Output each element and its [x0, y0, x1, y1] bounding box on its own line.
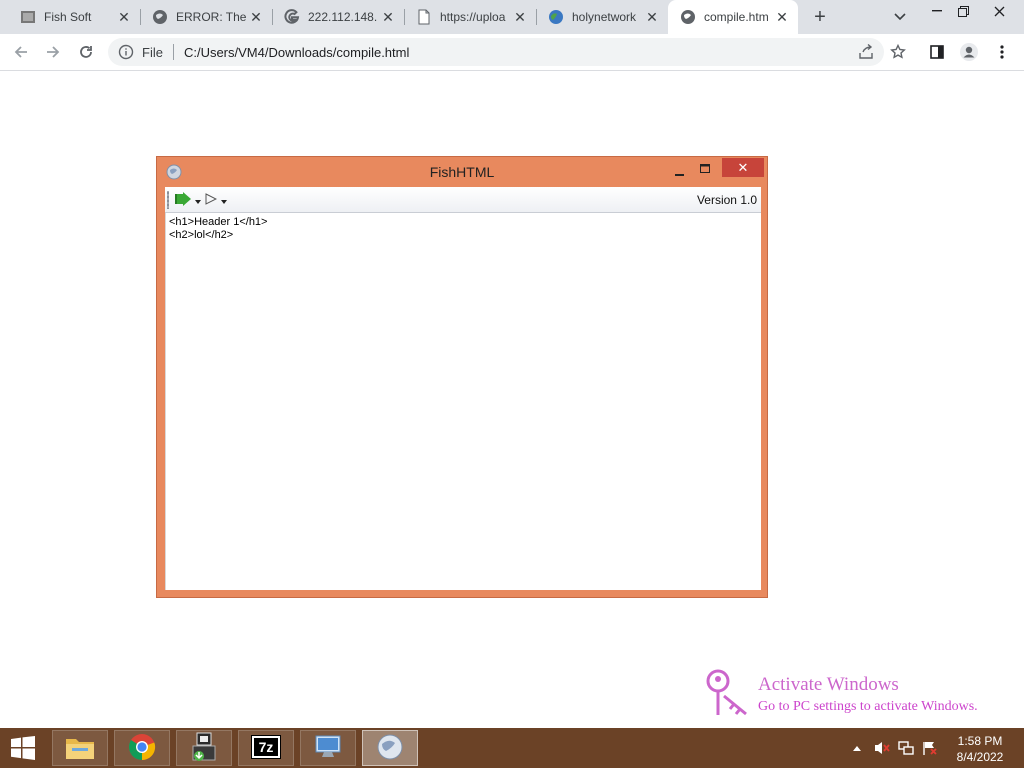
- close-tab-icon[interactable]: ✕: [512, 9, 528, 25]
- fishhtml-window: FishHTML ✕ Version 1.0 <h1>Header 1</h1>: [156, 156, 768, 598]
- close-window-button[interactable]: [982, 0, 1016, 22]
- tab-error[interactable]: ERROR: The ✕: [132, 0, 272, 34]
- tab-title: compile.htm: [704, 10, 769, 24]
- tab-title: ERROR: The: [176, 10, 247, 24]
- taskbar-remote-desktop[interactable]: [300, 730, 356, 766]
- restore-window-button[interactable]: [946, 0, 980, 22]
- share-icon[interactable]: [856, 42, 876, 62]
- globe-app-icon: [376, 733, 404, 764]
- tab-search-chevron-icon[interactable]: [888, 5, 912, 29]
- close-tab-icon[interactable]: ✕: [380, 9, 396, 25]
- address-bar[interactable]: File C:/Users/VM4/Downloads/compile.html: [108, 38, 884, 66]
- green-arrow-icon: [175, 191, 193, 210]
- url-text[interactable]: C:/Users/VM4/Downloads/compile.html: [184, 45, 409, 60]
- side-panel-icon[interactable]: [926, 41, 948, 63]
- tab-title: Fish Soft: [44, 10, 92, 24]
- key-icon: [706, 668, 754, 721]
- page-icon: [416, 9, 432, 25]
- tab-title: holynetwork: [572, 10, 637, 24]
- tab-strip: Fish Soft ✕ ERROR: The ✕ 222.112.148. ✕ …: [0, 0, 1024, 34]
- activate-windows-watermark: Activate Windows Go to PC settings to ac…: [706, 668, 1024, 722]
- windows-start-icon[interactable]: [6, 732, 40, 764]
- taskbar-chrome[interactable]: [114, 730, 170, 766]
- taskbar: 7z 1:58 PM 8/4/2022: [0, 728, 1024, 768]
- tab-holynetwork[interactable]: holynetwork ✕: [528, 0, 668, 34]
- google-g-icon: [284, 9, 300, 25]
- tab-compile[interactable]: compile.htm ✕: [668, 0, 798, 34]
- tab-title: https://uploa: [440, 10, 506, 24]
- volume-muted-icon[interactable]: [872, 738, 892, 758]
- html-editor-textarea[interactable]: <h1>Header 1</h1> <h2>lol</h2>: [165, 213, 761, 590]
- dropdown-caret-icon: [221, 193, 227, 207]
- browser-toolbar: File C:/Users/VM4/Downloads/compile.html: [0, 34, 1024, 71]
- site-info-icon[interactable]: [118, 44, 134, 60]
- globe-icon: [680, 9, 696, 25]
- chrome-icon: [128, 733, 156, 764]
- run-dropdown-button[interactable]: [175, 190, 201, 210]
- system-clock[interactable]: 1:58 PM 8/4/2022: [944, 733, 1016, 765]
- scheme-label: File: [142, 44, 163, 60]
- editor-line: <h1>Header 1</h1>: [169, 216, 268, 228]
- app-minimize-button[interactable]: [669, 159, 689, 177]
- app-maximize-button[interactable]: [695, 159, 715, 177]
- toolbar-grip[interactable]: [167, 191, 169, 209]
- close-tab-icon[interactable]: ✕: [248, 9, 264, 25]
- editor-line: <h2>lol</h2>: [169, 229, 234, 241]
- tab-upload[interactable]: https://uploa ✕: [396, 0, 536, 34]
- forward-arrow-icon[interactable]: [41, 40, 65, 64]
- tab-ip-address[interactable]: 222.112.148. ✕: [264, 0, 404, 34]
- fish-soft-favicon-icon: [20, 9, 36, 25]
- app-close-button[interactable]: ✕: [722, 158, 764, 177]
- remote-desktop-icon: [313, 733, 343, 764]
- clock-time: 1:58 PM: [957, 734, 1003, 748]
- 7zip-icon: 7z: [251, 734, 281, 762]
- network-icon[interactable]: [896, 738, 916, 758]
- globe-icon: [152, 9, 168, 25]
- activate-windows-title: Activate Windows: [758, 674, 899, 695]
- version-label: Version 1.0: [696, 193, 757, 207]
- reload-icon[interactable]: [74, 40, 98, 64]
- file-explorer-icon: [64, 733, 96, 764]
- activate-windows-subtitle: Go to PC settings to activate Windows.: [758, 699, 978, 714]
- taskbar-file-explorer[interactable]: [52, 730, 108, 766]
- close-tab-icon[interactable]: ✕: [774, 9, 790, 25]
- tab-title: 222.112.148.: [308, 10, 378, 24]
- action-center-flag-icon[interactable]: [920, 738, 940, 758]
- clock-date: 8/4/2022: [956, 750, 1004, 764]
- taskbar-fishhtml[interactable]: [362, 730, 418, 766]
- globe-color-icon: [548, 9, 564, 25]
- profile-avatar-icon[interactable]: [958, 41, 980, 63]
- app-toolbar: Version 1.0: [165, 187, 761, 213]
- back-arrow-icon[interactable]: [9, 40, 33, 64]
- taskbar-installer[interactable]: [176, 730, 232, 766]
- dropdown-caret-icon: [195, 193, 201, 207]
- installer-icon: [189, 732, 219, 765]
- play-outline-icon: [205, 192, 218, 208]
- tab-fish-soft[interactable]: Fish Soft ✕: [0, 0, 140, 34]
- close-tab-icon[interactable]: ✕: [116, 9, 132, 25]
- taskbar-7zip[interactable]: 7z: [238, 730, 294, 766]
- show-hidden-icons-chevron-icon[interactable]: [850, 738, 864, 758]
- preview-dropdown-button[interactable]: [205, 190, 231, 210]
- close-tab-icon[interactable]: ✕: [644, 9, 660, 25]
- bookmark-star-icon[interactable]: [887, 41, 909, 63]
- svg-text:7z: 7z: [259, 739, 274, 755]
- kebab-menu-icon[interactable]: [991, 41, 1013, 63]
- new-tab-button[interactable]: +: [808, 5, 832, 29]
